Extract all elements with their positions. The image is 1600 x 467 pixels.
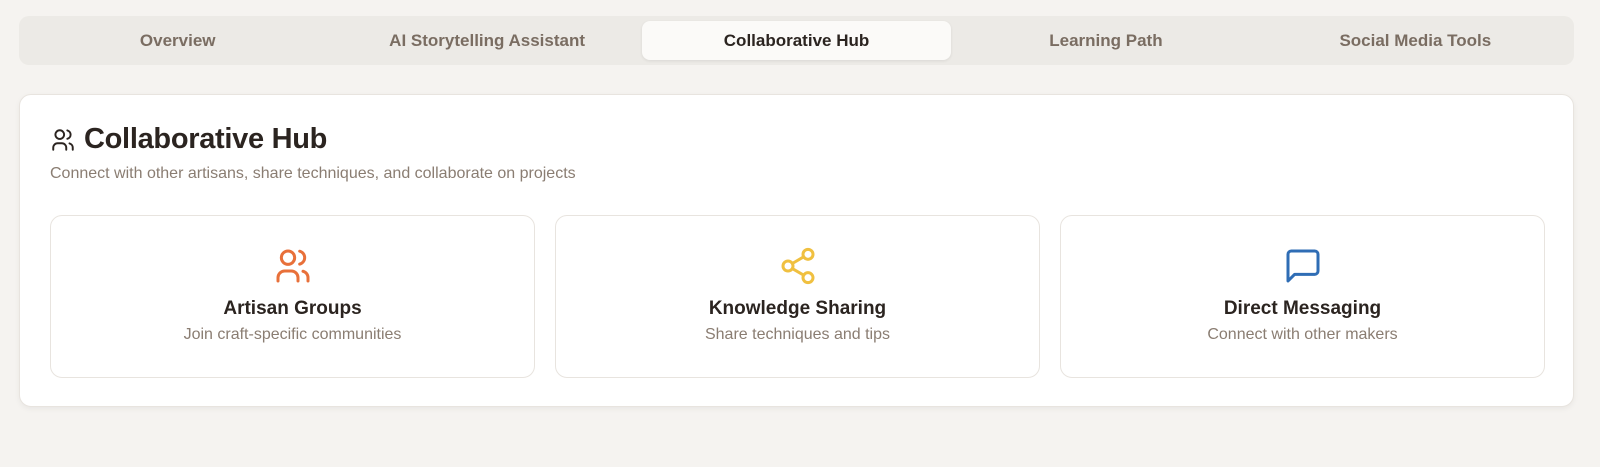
- tab-overview[interactable]: Overview: [23, 21, 332, 60]
- card-description: Join craft-specific communities: [183, 326, 402, 343]
- page-subtitle: Connect with other artisans, share techn…: [50, 165, 576, 182]
- card-description: Connect with other makers: [1207, 326, 1398, 343]
- card-title: Artisan Groups: [223, 298, 362, 319]
- message-square-icon: [1283, 246, 1323, 286]
- tab-bar: Overview AI Storytelling Assistant Colla…: [19, 16, 1574, 65]
- users-icon: [273, 246, 313, 286]
- collaborative-hub-panel: Collaborative Hub Connect with other art…: [19, 94, 1574, 407]
- direct-messaging-card[interactable]: Direct Messaging Connect with other make…: [1060, 215, 1545, 378]
- card-title: Direct Messaging: [1223, 298, 1382, 319]
- share-icon: [778, 246, 818, 286]
- tab-learning-path[interactable]: Learning Path: [951, 21, 1260, 60]
- page-title: Collaborative Hub: [84, 123, 328, 155]
- panel-header: Collaborative Hub: [50, 123, 327, 156]
- tab-collaborative-hub[interactable]: Collaborative Hub: [641, 21, 952, 60]
- tab-social-media-tools[interactable]: Social Media Tools: [1261, 21, 1570, 60]
- card-title: Knowledge Sharing: [708, 298, 887, 319]
- feature-cards: Artisan Groups Join craft-specific commu…: [50, 215, 1545, 378]
- tab-ai-storytelling-assistant[interactable]: AI Storytelling Assistant: [332, 21, 641, 60]
- knowledge-sharing-card[interactable]: Knowledge Sharing Share techniques and t…: [555, 215, 1040, 378]
- users-icon: [50, 127, 76, 153]
- card-description: Share techniques and tips: [704, 326, 890, 343]
- artisan-groups-card[interactable]: Artisan Groups Join craft-specific commu…: [50, 215, 535, 378]
